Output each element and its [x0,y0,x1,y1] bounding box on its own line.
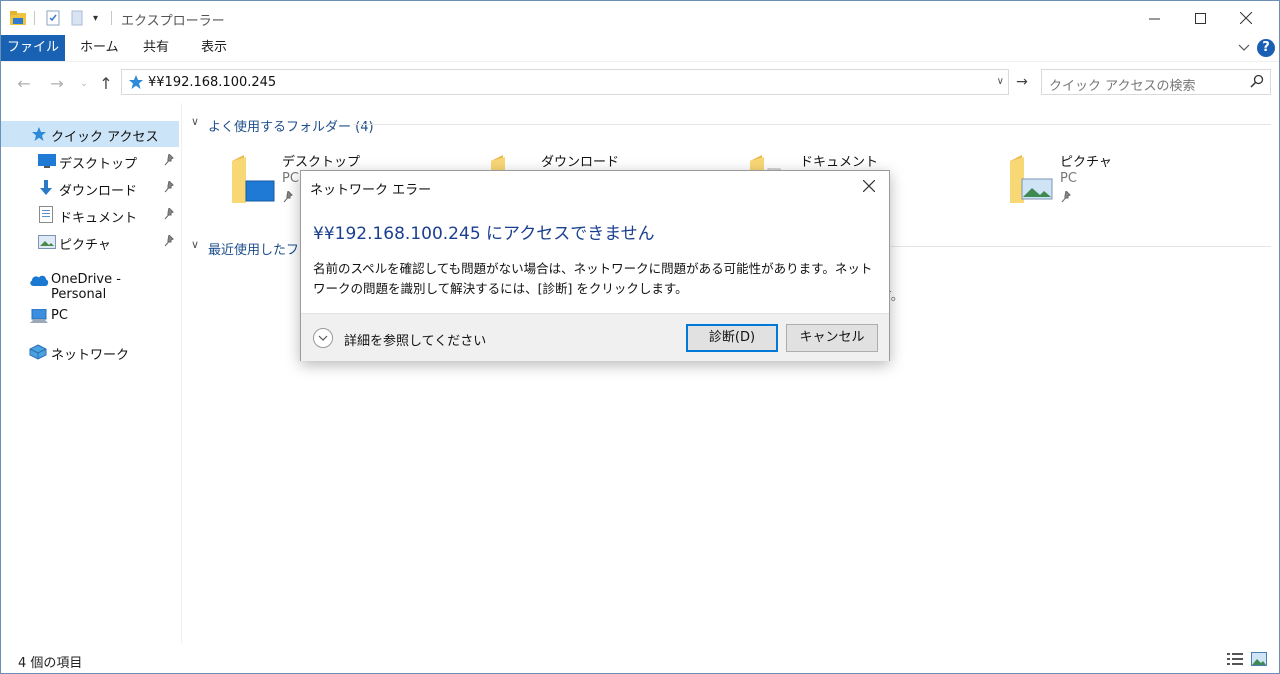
new-folder-icon[interactable] [70,9,84,27]
address-bar[interactable]: ¥¥192.168.100.245 ∨ [121,69,1009,95]
address-dropdown-icon[interactable]: ∨ [997,76,1004,87]
folder-location: PC [1060,171,1077,186]
address-path: ¥¥192.168.100.245 [148,75,277,90]
expand-ribbon-icon[interactable] [1237,40,1251,54]
sidebar-item-pictures[interactable]: ピクチャ [1,229,179,255]
refresh-arrow-icon[interactable]: → [1012,70,1032,94]
sidebar-item-pc[interactable]: PC [1,303,179,329]
collapse-group-icon[interactable]: ∨ [191,115,199,128]
pictures-folder-icon [1010,155,1054,207]
pin-icon [163,206,175,224]
close-button[interactable] [1223,1,1269,35]
desktop-folder-icon [232,155,276,207]
tab-view[interactable]: 表示 [201,35,227,61]
collapse-group-icon[interactable]: ∨ [191,238,199,251]
maximize-button[interactable] [1177,1,1223,35]
tab-share[interactable]: 共有 [143,35,169,61]
onedrive-icon [29,274,49,290]
document-icon [39,206,53,227]
network-icon [29,344,47,364]
pin-icon [163,179,175,197]
explorer-app-icon[interactable] [9,9,27,27]
sidebar-item-label: PC [51,308,68,323]
network-error-dialog: ネットワーク エラー ¥¥192.168.100.245 にアクセスできません … [300,170,890,361]
tab-file[interactable]: ファイル [1,35,65,61]
recent-locations-icon[interactable]: ⌄ [73,74,95,94]
ribbon-tabs: ファイル ホーム 共有 表示 ? [1,35,1279,62]
up-arrow-icon[interactable]: ↑ [95,74,117,94]
star-icon [128,74,144,94]
frequent-folders-header[interactable]: よく使用するフォルダー (4) [208,116,374,135]
help-icon[interactable]: ? [1257,39,1275,57]
separator [34,11,35,25]
dialog-title: ネットワーク エラー [310,183,432,198]
divider [353,124,1271,125]
window-title: エクスプローラー [121,14,225,29]
folder-tile-pictures[interactable]: ピクチャ PC [1010,151,1250,211]
separator [111,11,112,25]
back-arrow-icon[interactable]: ← [13,74,35,94]
large-icons-view-icon[interactable] [1251,652,1267,666]
minimize-button[interactable] [1131,1,1177,35]
sidebar-item-desktop[interactable]: デスクトップ [1,148,179,174]
sidebar-item-label: OneDrive - Personal [51,272,121,302]
pin-icon [163,233,175,251]
tab-home[interactable]: ホーム [80,35,119,61]
folder-location: PC [282,171,299,186]
title-bar: ▾ エクスプローラー [1,1,1279,35]
folder-name: デスクトップ [282,155,361,170]
diagnose-button[interactable]: 診断(D) [686,324,778,352]
sidebar-item-label: ネットワーク [51,348,130,363]
search-input[interactable]: クイック アクセスの検索 [1041,69,1271,95]
properties-icon[interactable] [45,9,61,27]
dialog-message: 名前のスペルを確認しても問題がない場合は、ネットワークに問題がある可能性がありま… [313,261,873,296]
sidebar-item-onedrive[interactable]: OneDrive - Personal [1,267,179,302]
navigation-pane: クイック アクセス デスクトップ ダウンロード ドキュメント ピクチャ OneD… [1,103,182,643]
sidebar-item-documents[interactable]: ドキュメント [1,202,179,228]
folder-name: ドキュメント [800,155,879,170]
divider [891,246,1271,247]
sidebar-item-label: ドキュメント [59,211,138,226]
dialog-footer: 詳細を参照してください 診断(D) キャンセル [301,313,889,361]
folder-name: ダウンロード [541,155,620,170]
dialog-close-icon[interactable] [855,175,883,199]
search-icon [1250,74,1264,92]
item-count: 4 個の項目 [18,656,83,671]
sidebar-item-label: クイック アクセス [51,130,159,145]
sidebar-item-quick-access[interactable]: クイック アクセス [1,121,179,147]
cancel-button[interactable]: キャンセル [786,324,878,352]
expand-details-icon[interactable] [313,328,333,348]
sidebar-item-label: ダウンロード [59,184,138,199]
pc-icon [30,308,48,328]
folder-name: ピクチャ [1060,155,1112,170]
desktop-icon [38,154,56,172]
dialog-heading: ¥¥192.168.100.245 にアクセスできません [313,224,655,244]
pin-icon [163,152,175,170]
sidebar-item-label: ピクチャ [59,238,111,253]
pin-icon [282,189,294,207]
sidebar-item-downloads[interactable]: ダウンロード [1,175,179,201]
customize-toolbar-icon[interactable]: ▾ [93,9,98,27]
forward-arrow-icon[interactable]: → [46,74,68,94]
sidebar-item-network[interactable]: ネットワーク [1,339,179,365]
details-view-icon[interactable] [1227,652,1243,666]
sidebar-item-label: デスクトップ [59,157,138,172]
star-icon [31,126,47,146]
details-toggle-label[interactable]: 詳細を参照してください [344,330,486,349]
download-icon [39,180,53,200]
navigation-bar: ← → ⌄ ↑ ¥¥192.168.100.245 ∨ → クイック アクセスの… [1,67,1279,101]
search-placeholder: クイック アクセスの検索 [1049,79,1196,94]
picture-icon [38,235,56,253]
pin-icon [1060,189,1072,207]
